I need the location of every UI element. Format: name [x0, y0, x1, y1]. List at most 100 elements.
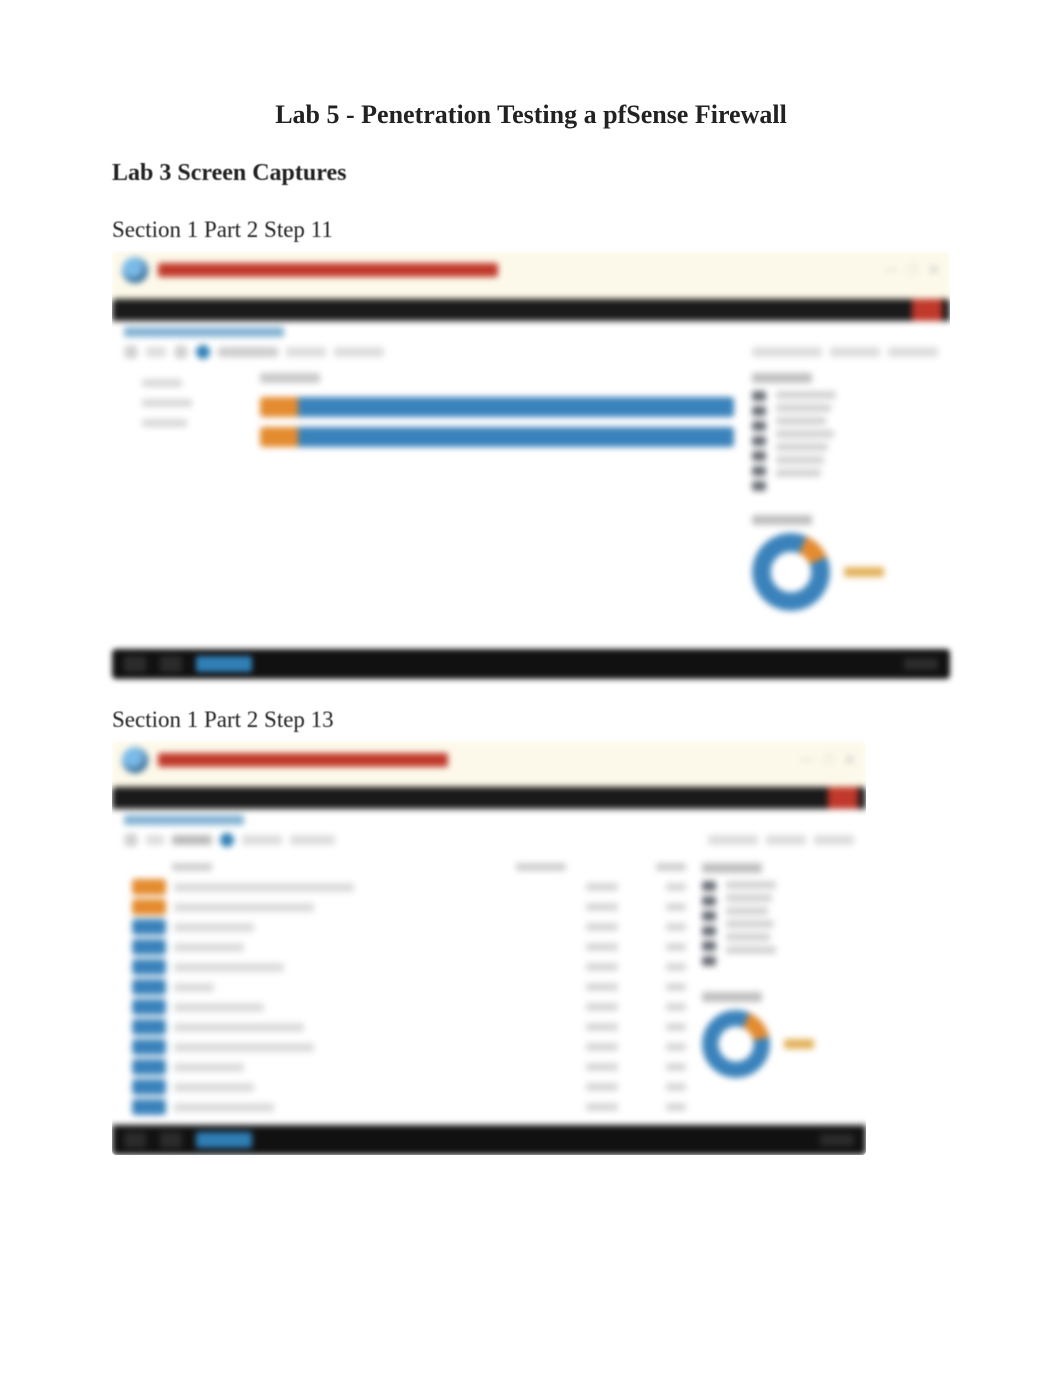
taskbar-start-icon[interactable] — [124, 1132, 146, 1148]
column-header[interactable] — [656, 863, 686, 871]
tab-item[interactable] — [172, 835, 212, 845]
taskbar-tray[interactable] — [904, 658, 938, 670]
alert-banner — [158, 753, 448, 767]
tab-item[interactable] — [218, 347, 278, 357]
nav-accent — [828, 787, 858, 809]
legend-swatch — [702, 881, 716, 891]
row-name — [174, 1003, 264, 1012]
taskbar-item[interactable] — [160, 1132, 182, 1148]
tab-dot-active-icon[interactable] — [196, 345, 210, 359]
chart-header — [260, 373, 320, 383]
os-taskbar — [112, 1125, 866, 1155]
taskbar-tray[interactable] — [820, 1134, 854, 1146]
row-cell — [666, 983, 686, 991]
table-row[interactable] — [132, 1077, 686, 1097]
severity-badge-medium — [132, 1099, 166, 1115]
nav-accent — [912, 299, 942, 321]
toolbar — [112, 809, 866, 851]
table-row[interactable] — [132, 917, 686, 937]
severity-badge-medium — [132, 999, 166, 1015]
view-option[interactable] — [888, 347, 938, 357]
table-row[interactable] — [132, 977, 686, 997]
legend-label — [776, 430, 834, 438]
taskbar-start-icon[interactable] — [124, 656, 146, 672]
breadcrumb[interactable] — [124, 815, 244, 825]
tab-dot-icon[interactable] — [174, 345, 188, 359]
table-row[interactable] — [132, 997, 686, 1017]
table-row[interactable] — [132, 957, 686, 977]
section-heading: Lab 3 Screen Captures — [112, 160, 950, 187]
taskbar-item-active[interactable] — [196, 1132, 252, 1148]
table-row[interactable] — [132, 1057, 686, 1077]
row-cell — [666, 1083, 686, 1091]
tab-dot-icon[interactable] — [124, 833, 138, 847]
tab-item[interactable] — [146, 347, 166, 357]
tab-item[interactable] — [146, 835, 164, 845]
tab-item[interactable] — [290, 835, 335, 845]
column-header[interactable] — [172, 863, 212, 871]
results-panel — [112, 363, 950, 631]
row-cell — [666, 943, 686, 951]
breadcrumb[interactable] — [124, 327, 284, 337]
tab-dot-icon[interactable] — [124, 345, 138, 359]
legend-swatch — [752, 481, 766, 491]
legend-label — [726, 894, 772, 902]
table-row[interactable] — [132, 937, 686, 957]
row-name — [174, 1023, 304, 1032]
window-minimize-icon[interactable]: — — [883, 261, 898, 279]
screenshot-1: — □ ✕ — [112, 251, 950, 645]
taskbar-item[interactable] — [160, 656, 182, 672]
window-maximize-icon[interactable]: □ — [825, 751, 834, 769]
legend-swatch — [752, 421, 766, 431]
tab-dot-active-icon[interactable] — [220, 833, 234, 847]
taskbar-item-active[interactable] — [196, 656, 252, 672]
legend-label — [726, 933, 770, 941]
filter-list — [142, 373, 242, 611]
donut-title — [752, 515, 812, 525]
column-header[interactable] — [516, 863, 566, 871]
legend-swatch — [752, 466, 766, 476]
table-row[interactable] — [132, 877, 686, 897]
row-name — [174, 943, 244, 952]
row-cell — [586, 883, 618, 891]
row-cell — [666, 903, 686, 911]
row-cell — [586, 963, 618, 971]
view-option[interactable] — [752, 347, 822, 357]
bar-chart — [260, 373, 734, 611]
window-close-icon[interactable]: ✕ — [844, 751, 857, 769]
app-navbar — [112, 299, 950, 321]
row-cell — [666, 1003, 686, 1011]
window-close-icon[interactable]: ✕ — [927, 261, 940, 279]
table-row[interactable] — [132, 1097, 686, 1117]
view-option[interactable] — [814, 835, 854, 845]
chart-bar-row — [260, 397, 734, 417]
table-row[interactable] — [132, 1017, 686, 1037]
table-row[interactable] — [132, 1037, 686, 1057]
severity-badge-high — [132, 899, 166, 915]
row-cell — [666, 883, 686, 891]
tab-item[interactable] — [242, 835, 282, 845]
vulnerability-table — [132, 859, 686, 1117]
severity-badge-medium — [132, 1019, 166, 1035]
donut-graphic — [752, 533, 830, 611]
severity-badge-medium — [132, 939, 166, 955]
tab-item[interactable] — [286, 347, 326, 357]
legend-swatch — [702, 956, 716, 966]
filter-item[interactable] — [142, 399, 192, 407]
filter-item[interactable] — [142, 379, 182, 387]
row-name — [174, 1083, 254, 1092]
banner-text — [458, 754, 461, 766]
window-minimize-icon[interactable]: — — [800, 751, 815, 769]
view-option[interactable] — [766, 835, 806, 845]
browser-header: — □ ✕ — [112, 251, 950, 289]
window-maximize-icon[interactable]: □ — [908, 261, 917, 279]
capture-caption: Section 1 Part 2 Step 11 — [112, 217, 950, 243]
tab-item[interactable] — [334, 347, 384, 357]
severity-badge-high — [132, 879, 166, 895]
severity-badge-medium — [132, 919, 166, 935]
view-option[interactable] — [830, 347, 880, 357]
filter-item[interactable] — [142, 419, 187, 427]
view-option[interactable] — [708, 835, 758, 845]
table-row[interactable] — [132, 897, 686, 917]
bar-segment-high — [260, 397, 298, 417]
